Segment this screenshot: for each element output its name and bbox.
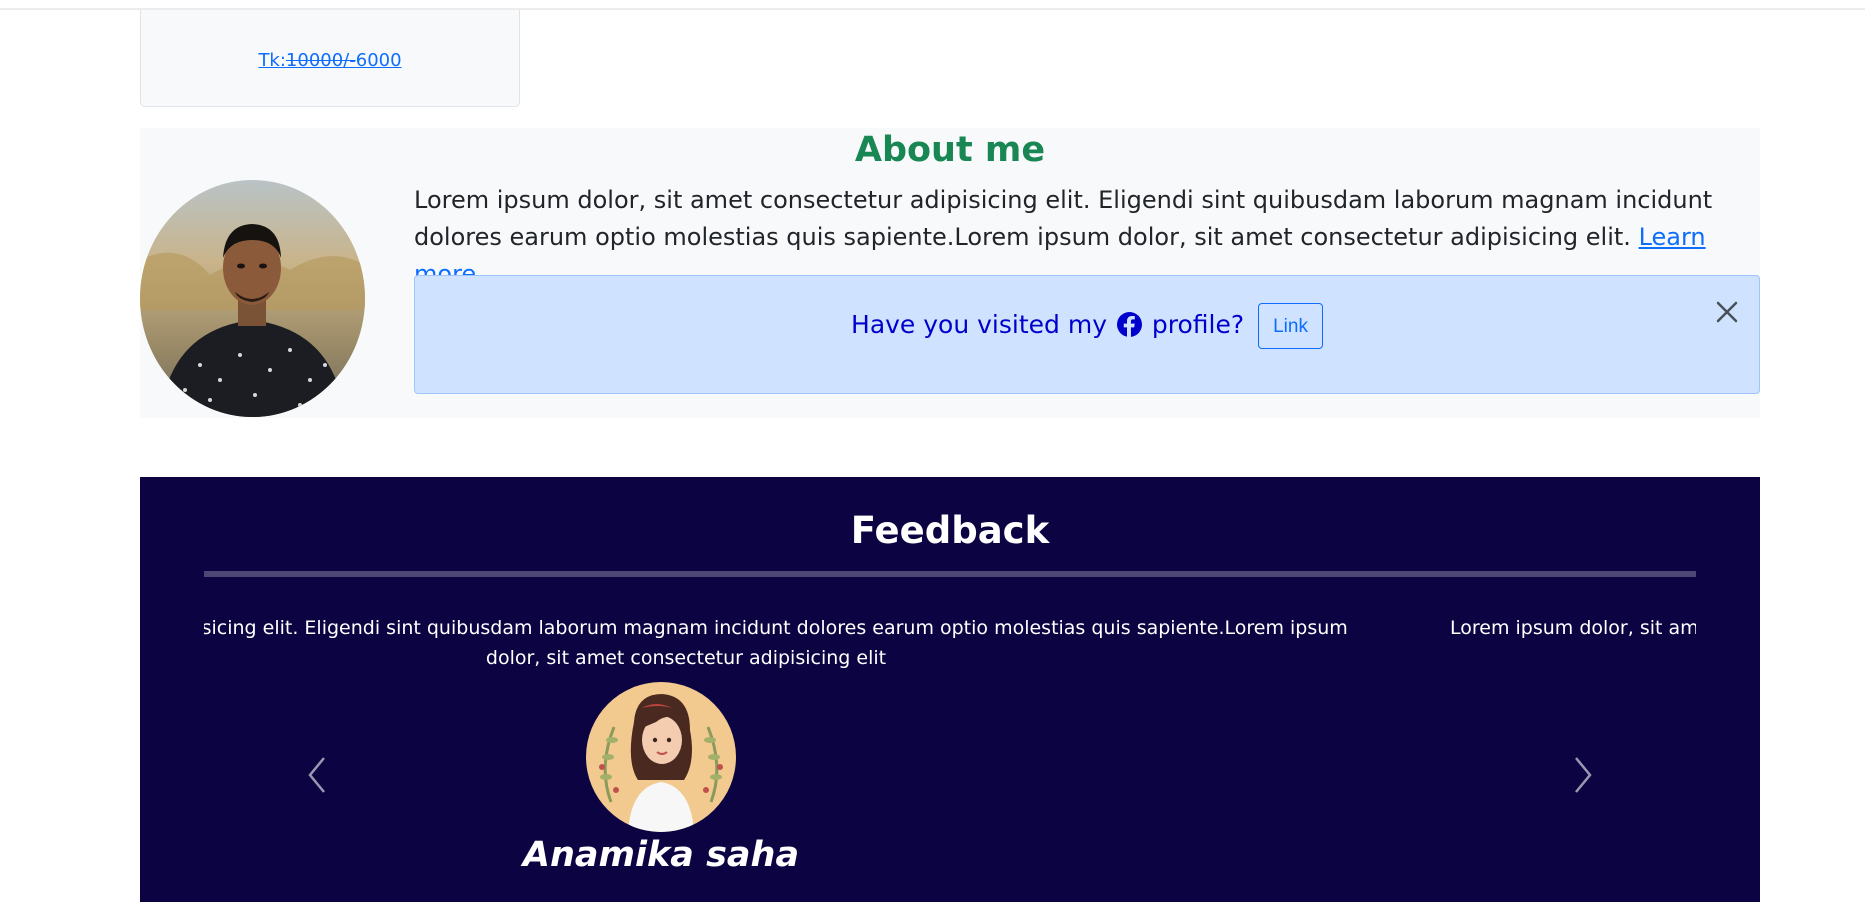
about-title: About me (854, 130, 1046, 170)
alert-suffix: profile? (1151, 310, 1245, 339)
reviewer-name: Anamika saha (522, 835, 800, 875)
price-prefix: Tk: (258, 50, 286, 71)
old-price: 10000/- (285, 50, 356, 71)
feedback-carousel: : consectetur adipisicing elit. Eligendi… (204, 613, 1696, 902)
feedback-slide-text: : consectetur adipisicing elit. Eligendi… (204, 617, 1348, 669)
feedback-divider (204, 571, 1696, 577)
about-section: About me Lorem ipsum dolor, sit amet con… (140, 128, 1760, 418)
facebook-alert: Have you visited my profile? Link (414, 275, 1760, 394)
about-body: Lorem ipsum dolor, sit amet consectetur … (414, 186, 1713, 251)
facebook-icon (1116, 306, 1142, 337)
alert-prefix: Have you visited my (851, 310, 1107, 339)
profile-avatar (140, 180, 365, 417)
feedback-title: Feedback (850, 509, 1050, 552)
close-icon[interactable] (1713, 298, 1741, 326)
chevron-left-icon[interactable] (302, 752, 332, 798)
new-price: 6000 (355, 50, 402, 71)
price-card: Tk:10000/-6000 (140, 10, 520, 107)
chevron-right-icon[interactable] (1568, 752, 1598, 798)
facebook-link-button[interactable]: Link (1258, 303, 1323, 349)
price-link[interactable]: Tk:10000/-6000 (141, 50, 519, 71)
reviewer-avatar (586, 682, 736, 832)
alert-message: Have you visited my profile? Link (415, 302, 1759, 349)
feedback-slide-text-next: Lorem ipsum dolor, sit amet (1450, 617, 1696, 639)
feedback-section: Feedback : consectetur adipisicing elit.… (140, 477, 1760, 902)
page: Tk:10000/-6000 About me Lorem ipsum dolo… (0, 0, 1865, 902)
